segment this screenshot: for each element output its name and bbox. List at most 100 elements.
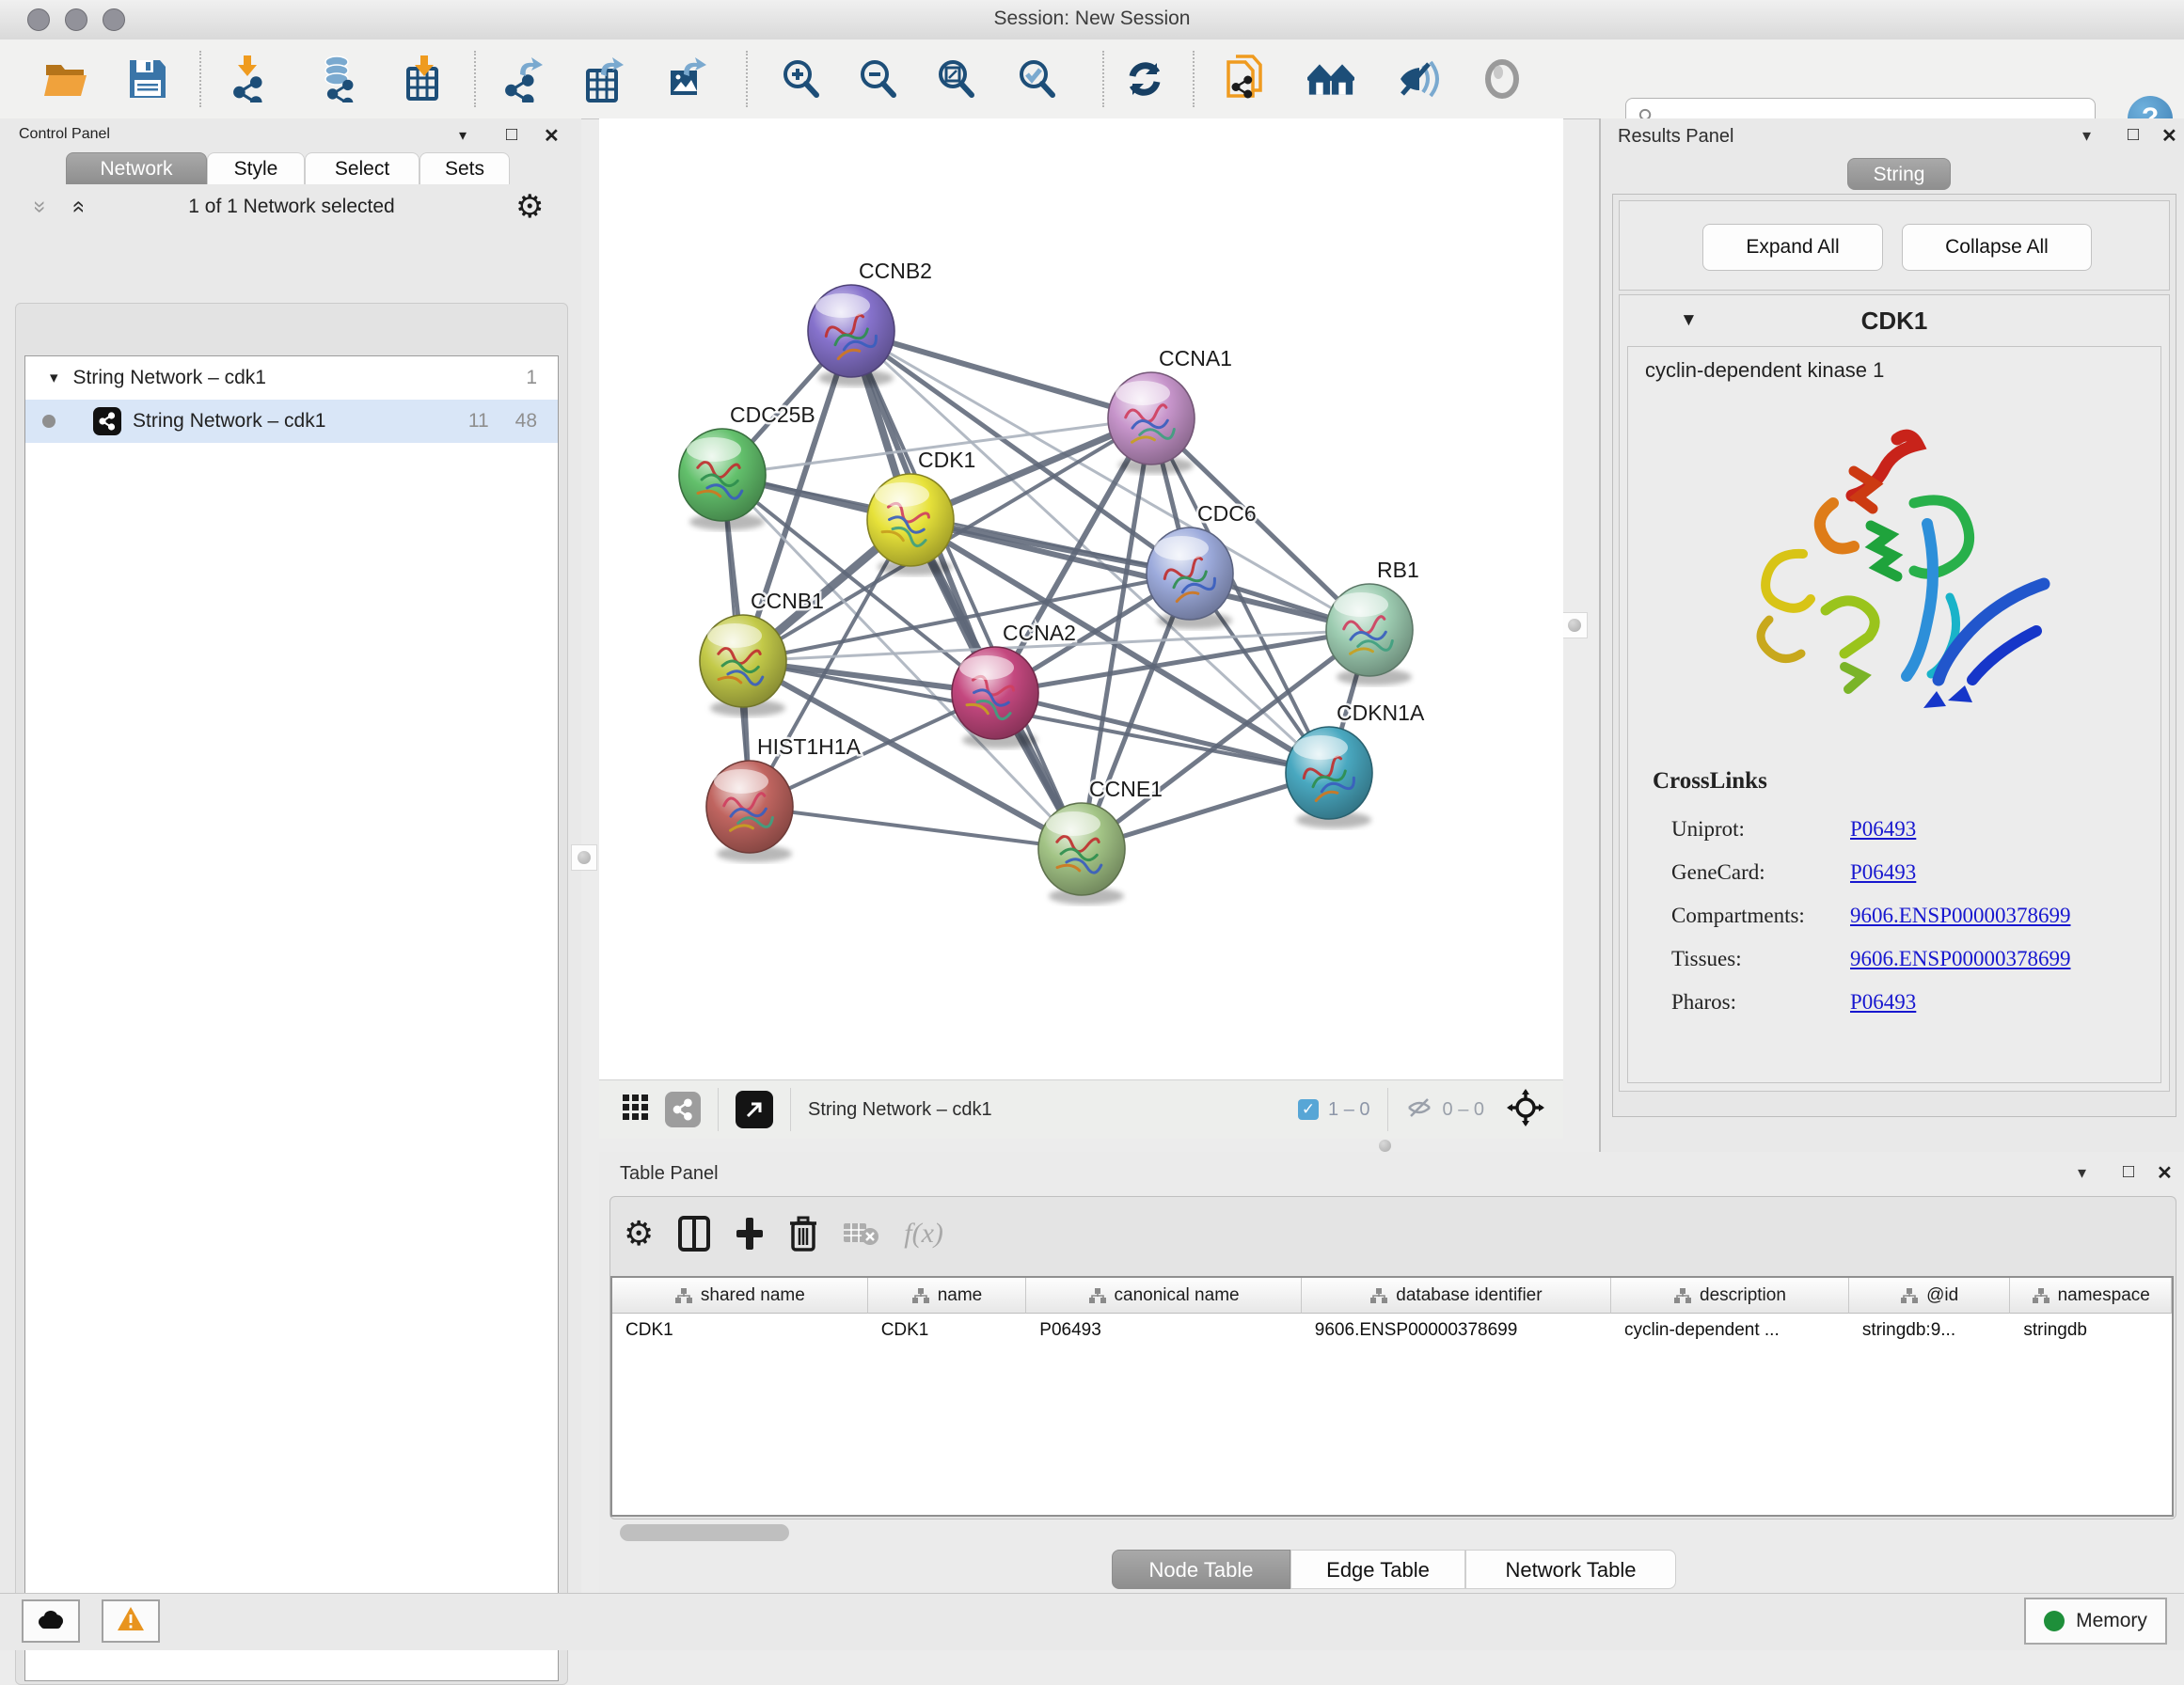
column-header-shared-name[interactable]: shared name xyxy=(612,1278,868,1314)
crosslink-label: Tissues: xyxy=(1671,947,1850,971)
node-label-CDC6: CDC6 xyxy=(1197,501,1257,526)
expand-all-button[interactable]: Expand All xyxy=(1702,224,1883,271)
column-header-canonical-name[interactable]: canonical name xyxy=(1026,1278,1302,1314)
results-panel-float-icon[interactable]: □ xyxy=(2128,124,2139,146)
crosslink-value-link[interactable]: 9606.ENSP00000378699 xyxy=(1850,904,2071,928)
plus-icon[interactable] xyxy=(735,1206,765,1261)
pan-crosshair-icon[interactable] xyxy=(1507,1089,1544,1131)
show-hide-panel-icon[interactable] xyxy=(1394,55,1441,102)
column-header-name[interactable]: name xyxy=(868,1278,1027,1314)
network-edge-CCNB2-CCNA1[interactable] xyxy=(851,331,1151,418)
import-database-icon[interactable] xyxy=(314,55,361,102)
zoom-fit-icon[interactable] xyxy=(932,55,979,102)
crosslink-value-link[interactable]: 9606.ENSP00000378699 xyxy=(1850,947,2071,971)
table-cell[interactable]: 9606.ENSP00000378699 xyxy=(1302,1314,1611,1347)
columns-icon[interactable] xyxy=(678,1206,710,1261)
table-horizontal-scrollbar[interactable] xyxy=(620,1524,789,1541)
tab-edge-table[interactable]: Edge Table xyxy=(1290,1550,1465,1589)
open-in-window-icon[interactable] xyxy=(736,1091,773,1128)
tab-sets[interactable]: Sets xyxy=(419,152,510,184)
gear-icon[interactable]: ⚙ xyxy=(624,1206,654,1261)
home-icon[interactable] xyxy=(1307,55,1354,102)
string-share-icon[interactable] xyxy=(665,1092,701,1127)
node-table[interactable]: shared namenamecanonical namedatabase id… xyxy=(610,1276,2174,1517)
network-node-CDC6[interactable]: CDC6 xyxy=(1147,501,1257,629)
export-image-icon[interactable] xyxy=(664,55,711,102)
export-network-icon[interactable] xyxy=(500,55,547,102)
cloud-button[interactable] xyxy=(22,1599,80,1643)
network-node-CDKN1A[interactable]: CDKN1A xyxy=(1286,701,1425,828)
left-splitter-handle[interactable] xyxy=(571,844,597,871)
network-canvas[interactable]: CCNB2CCNA1CDC25BCDK1CDC6RB1CCNB1CCNA2CDK… xyxy=(599,118,1563,1079)
tab-network[interactable]: Network xyxy=(66,152,207,184)
network-edge-HIST1H1A-CCNE1[interactable] xyxy=(750,807,1082,849)
network-edge-CCNA2-CDKN1A[interactable] xyxy=(995,693,1329,773)
table-panel-collapse-icon[interactable]: ▾ xyxy=(2078,1163,2086,1183)
network-list: ▾ String Network – cdk1 1 String Network… xyxy=(24,355,559,1681)
collapse-all-button[interactable]: Collapse All xyxy=(1902,224,2092,271)
tab-string[interactable]: String xyxy=(1847,158,1951,190)
control-panel-collapse-icon[interactable]: ▾ xyxy=(459,126,467,145)
table-cell[interactable]: P06493 xyxy=(1026,1314,1302,1347)
table-panel-float-icon[interactable]: □ xyxy=(2123,1161,2134,1183)
table-cell[interactable]: CDK1 xyxy=(868,1314,1027,1347)
table-cell[interactable]: cyclin-dependent ... xyxy=(1611,1314,1849,1347)
birdseye-grid-icon[interactable] xyxy=(622,1094,650,1126)
network-row[interactable]: String Network – cdk1 11 48 xyxy=(25,400,558,443)
crosslink-row: Pharos:P06493 xyxy=(1671,981,2142,1024)
warning-button[interactable] xyxy=(102,1599,160,1643)
control-panel-close-icon[interactable]: ✕ xyxy=(544,124,560,148)
zoom-out-icon[interactable] xyxy=(854,55,901,102)
open-folder-icon[interactable] xyxy=(43,55,90,102)
tab-node-table[interactable]: Node Table xyxy=(1112,1550,1290,1589)
crosslink-value-link[interactable]: P06493 xyxy=(1850,817,1916,842)
string-file-icon[interactable] xyxy=(1223,55,1270,102)
column-header-description[interactable]: description xyxy=(1611,1278,1849,1314)
column-header-database-identifier[interactable]: database identifier xyxy=(1302,1278,1611,1314)
network-collection-row[interactable]: ▾ String Network – cdk1 1 xyxy=(25,356,558,400)
eye-icon[interactable] xyxy=(1479,55,1526,102)
table-cell[interactable]: CDK1 xyxy=(612,1314,868,1347)
selected-count: 1 – 0 xyxy=(1328,1099,1369,1121)
crosslink-value-link[interactable]: P06493 xyxy=(1850,990,1916,1015)
network-node-HIST1H1A[interactable]: HIST1H1A xyxy=(706,734,862,862)
selected-checkbox-icon[interactable]: ✓ xyxy=(1298,1099,1319,1120)
memory-button[interactable]: Memory xyxy=(2024,1598,2167,1645)
network-node-RB1[interactable]: RB1 xyxy=(1326,558,1419,685)
expand-all-networks-icon[interactable]: » xyxy=(65,200,91,213)
collection-expand-icon[interactable]: ▾ xyxy=(50,369,58,387)
tab-select[interactable]: Select xyxy=(305,152,419,184)
results-panel-close-icon[interactable]: ✕ xyxy=(2161,124,2177,148)
network-node-CCNA1[interactable]: CCNA1 xyxy=(1108,346,1232,474)
refresh-icon[interactable] xyxy=(1121,55,1168,102)
export-table-icon[interactable] xyxy=(581,55,628,102)
network-options-gear-icon[interactable]: ⚙ xyxy=(515,188,544,226)
crosslink-value-link[interactable]: P06493 xyxy=(1850,860,1916,885)
tab-style[interactable]: Style xyxy=(207,152,305,184)
right-splitter-handle[interactable] xyxy=(1561,612,1588,638)
tab-network-table[interactable]: Network Table xyxy=(1465,1550,1676,1589)
zoom-selected-icon[interactable] xyxy=(1013,55,1060,102)
import-table-icon[interactable] xyxy=(401,55,448,102)
save-icon[interactable] xyxy=(124,55,171,102)
results-panel-title: Results Panel xyxy=(1618,126,1733,148)
import-network-icon[interactable] xyxy=(224,55,271,102)
network-node-CDK1[interactable]: CDK1 xyxy=(867,448,975,575)
bottom-splitter-handle[interactable] xyxy=(1379,1140,1391,1152)
column-header-namespace[interactable]: namespace xyxy=(2010,1278,2172,1314)
title-bar: Session: New Session xyxy=(0,0,2184,40)
collapse-all-networks-icon[interactable]: » xyxy=(27,200,54,213)
trash-icon[interactable] xyxy=(789,1206,817,1261)
hidden-eye-slash-icon xyxy=(1405,1096,1433,1124)
zoom-in-icon[interactable] xyxy=(777,55,824,102)
toolbar-separator xyxy=(746,51,748,107)
table-cell[interactable]: stringdb:9... xyxy=(1849,1314,2011,1347)
network-edge-CCNB2-CCNE1[interactable] xyxy=(851,331,1082,849)
table-panel-close-icon[interactable]: ✕ xyxy=(2157,1161,2173,1185)
results-panel-collapse-icon[interactable]: ▾ xyxy=(2082,126,2091,146)
table-row[interactable]: CDK1CDK1P064939606.ENSP00000378699cyclin… xyxy=(612,1314,2172,1347)
toolbar-separator xyxy=(1387,1088,1388,1131)
table-cell[interactable]: stringdb xyxy=(2010,1314,2172,1347)
control-panel-float-icon[interactable]: □ xyxy=(506,124,517,146)
column-header--id[interactable]: @id xyxy=(1849,1278,2011,1314)
